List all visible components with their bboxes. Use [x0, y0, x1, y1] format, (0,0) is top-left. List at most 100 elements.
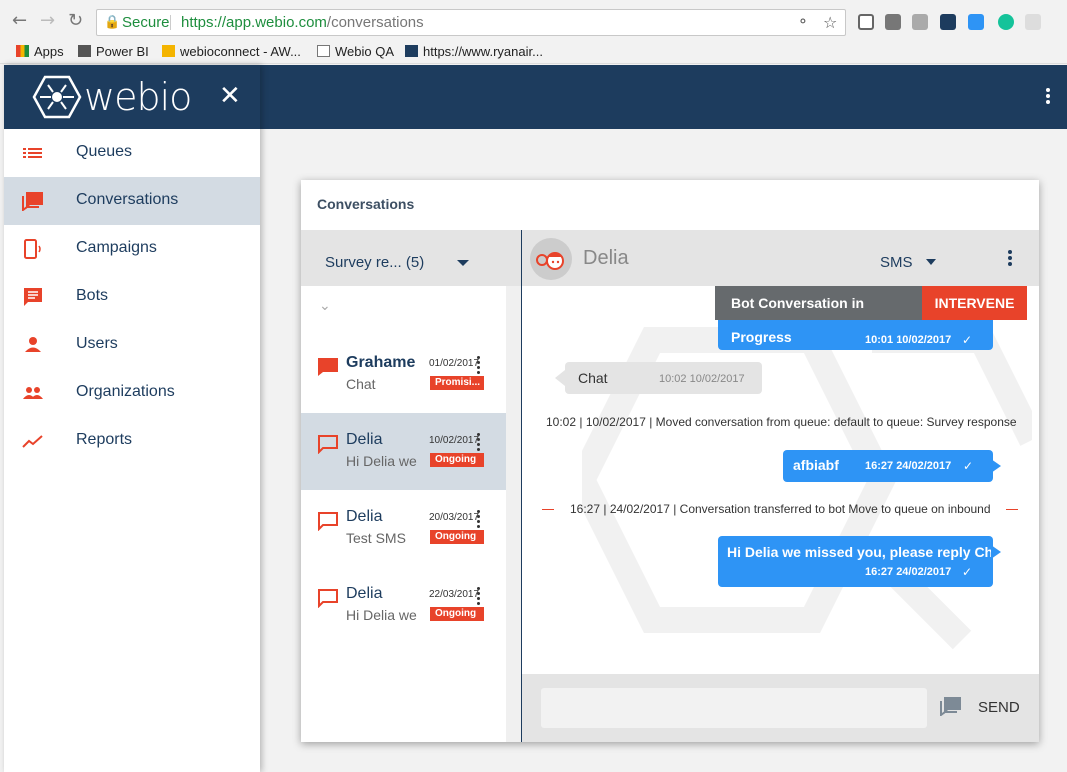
forward-icon[interactable]: → [40, 10, 55, 31]
bookmark-ryanair[interactable]: https://www.ryanair... [405, 44, 543, 59]
address-bar[interactable]: 🔒 Secure https://app.webio.com/conversat… [96, 9, 846, 36]
send-button[interactable]: SEND [978, 699, 1020, 716]
system-message: 16:27 | 24/02/2017 | Conversation transf… [570, 502, 991, 516]
bubble-tail [991, 459, 1001, 473]
bookmark-webio-qa[interactable]: Webio QA [317, 44, 394, 59]
bookmark-label: Webio QA [335, 44, 395, 59]
status-badge: Ongoing [430, 530, 484, 544]
chat-header: Delia SMS [522, 230, 1039, 286]
list-icon [23, 148, 42, 158]
cast-icon[interactable] [858, 14, 874, 30]
more-vert-icon[interactable] [477, 433, 481, 453]
message-text: afbiabf [793, 457, 839, 473]
message-input[interactable] [541, 688, 927, 728]
g-extension-icon[interactable] [1025, 14, 1041, 30]
sidebar-item-conversations[interactable]: Conversations [4, 177, 260, 225]
bot-status-label: Bot Conversation in Progress [715, 286, 922, 345]
conversation-date: 01/02/2017 [429, 358, 480, 369]
conversation-name: Delia [346, 508, 383, 525]
chat-bubble-outline-icon [318, 435, 338, 454]
caret-down-icon[interactable] [926, 259, 936, 265]
queue-filter[interactable]: Survey re... (5) [301, 230, 521, 286]
reload-icon[interactable]: ↻ [68, 10, 83, 31]
system-message: 10:02 | 10/02/2017 | Moved conversation … [546, 415, 1017, 429]
bot-status-bar: Bot Conversation in Progress INTERVENE [715, 286, 1027, 345]
chat-bubble-icon [318, 358, 338, 376]
cube-icon [162, 45, 175, 57]
outgoing-message: afbiabf 16:27 24/02/2017 ✓ [783, 450, 1001, 482]
message-timestamp: 10:02 10/02/2017 [659, 373, 745, 385]
sidebar-item-organizations[interactable]: Organizations [4, 369, 260, 417]
bookmark-webioconnect[interactable]: webioconnect - AW... [162, 44, 301, 59]
status-badge: Promisi... [430, 376, 484, 390]
conversation-item[interactable]: Delia Hi Delia we 10/02/2017 Ongoing [301, 413, 506, 490]
webio-extension-icon[interactable] [940, 14, 956, 30]
check-icon: ✓ [962, 333, 973, 347]
more-vert-icon[interactable] [1040, 88, 1056, 108]
conversation-name: Delia [346, 431, 383, 448]
url-text[interactable]: https://app.webio.com/conversations [181, 10, 424, 35]
check-icon: ✓ [963, 459, 974, 473]
conversation-item[interactable]: Delia Test SMS 20/03/2017 Ongoing [301, 490, 506, 567]
conversations-card: Conversations Survey re... (5) ⌄ Grahame… [301, 180, 1039, 742]
sidebar-item-reports[interactable]: Reports [4, 417, 260, 465]
sidebar-item-label: Campaigns [76, 239, 157, 256]
sidebar-header: webio ✕ [4, 65, 260, 129]
phone-icon [24, 239, 41, 259]
conversation-item[interactable]: Grahame Chat 01/02/2017 Promisi... [301, 336, 506, 413]
more-vert-icon[interactable] [477, 587, 481, 607]
webio-logo-icon [32, 75, 82, 119]
bookmark-apps[interactable]: Apps [16, 44, 64, 59]
back-icon[interactable]: ← [12, 10, 27, 31]
contact-avatar-icon [536, 252, 564, 270]
chat-pane: Delia SMS 10:01 10/02/2017 ✓ Bot Convers… [522, 230, 1039, 742]
outgoing-message: Hi Delia we missed you, please reply Cha… [718, 536, 1006, 587]
list-scrollbar[interactable] [506, 286, 521, 742]
system-rule [542, 509, 554, 510]
conversation-item[interactable]: Delia Hi Delia we 22/03/2017 Ongoing [301, 567, 506, 644]
key-icon[interactable]: ⚬ [797, 10, 809, 35]
more-vert-icon[interactable] [477, 510, 481, 530]
message-timestamp: 16:27 24/02/2017 [865, 460, 952, 472]
close-icon[interactable]: ✕ [219, 81, 241, 111]
secure-label: Secure [122, 14, 170, 31]
sidebar: webio ✕ Queues Conversations Campaigns B… [4, 65, 260, 772]
channel-select[interactable]: SMS [880, 254, 913, 271]
bookmark-label: https://www.ryanair... [423, 44, 543, 59]
sidebar-item-label: Reports [76, 431, 133, 448]
w-extension-icon[interactable] [968, 14, 984, 30]
compose-bar: SEND [522, 674, 1039, 742]
conversation-preview: Hi Delia we [346, 607, 417, 623]
extension-icon[interactable] [885, 14, 901, 30]
url-host: https://app.webio.com [181, 14, 327, 31]
bookmark-star-icon[interactable]: ☆ [823, 10, 837, 35]
incoming-message: Chat 10:02 10/02/2017 [555, 362, 762, 394]
sidebar-item-label: Organizations [76, 383, 175, 400]
conversation-preview: Chat [346, 376, 376, 392]
send-chat-icon[interactable] [940, 696, 962, 716]
sidebar-item-queues[interactable]: Queues [4, 129, 260, 177]
conversation-date: 20/03/2017 [429, 512, 480, 523]
message-text: Chat [578, 370, 608, 386]
chevron-down-icon[interactable]: ⌄ [319, 298, 331, 314]
caret-down-icon[interactable] [457, 260, 469, 266]
message-timestamp: 16:27 24/02/2017 [865, 566, 952, 578]
bookmarks-bar: Apps Power BI webioconnect - AW... Webio… [0, 40, 1067, 64]
sidebar-item-bots[interactable]: Bots [4, 273, 260, 321]
conversation-name: Delia [346, 585, 383, 602]
more-vert-icon[interactable] [1008, 250, 1012, 268]
status-badge: Ongoing [430, 453, 484, 467]
conversation-list: Survey re... (5) ⌄ Grahame Chat 01/02/20… [301, 230, 521, 742]
grammarly-icon[interactable] [998, 14, 1014, 30]
drive-icon[interactable] [912, 14, 928, 30]
contact-name: Delia [583, 247, 629, 269]
sidebar-item-label: Users [76, 335, 118, 352]
harp-icon [405, 45, 418, 57]
sidebar-item-campaigns[interactable]: Campaigns [4, 225, 260, 273]
sidebar-item-users[interactable]: Users [4, 321, 260, 369]
intervene-button[interactable]: INTERVENE [922, 286, 1027, 320]
bookmark-power-bi[interactable]: Power BI [78, 44, 149, 59]
more-vert-icon[interactable] [477, 356, 481, 376]
conversation-preview: Test SMS [346, 530, 406, 546]
trend-icon [22, 435, 43, 448]
